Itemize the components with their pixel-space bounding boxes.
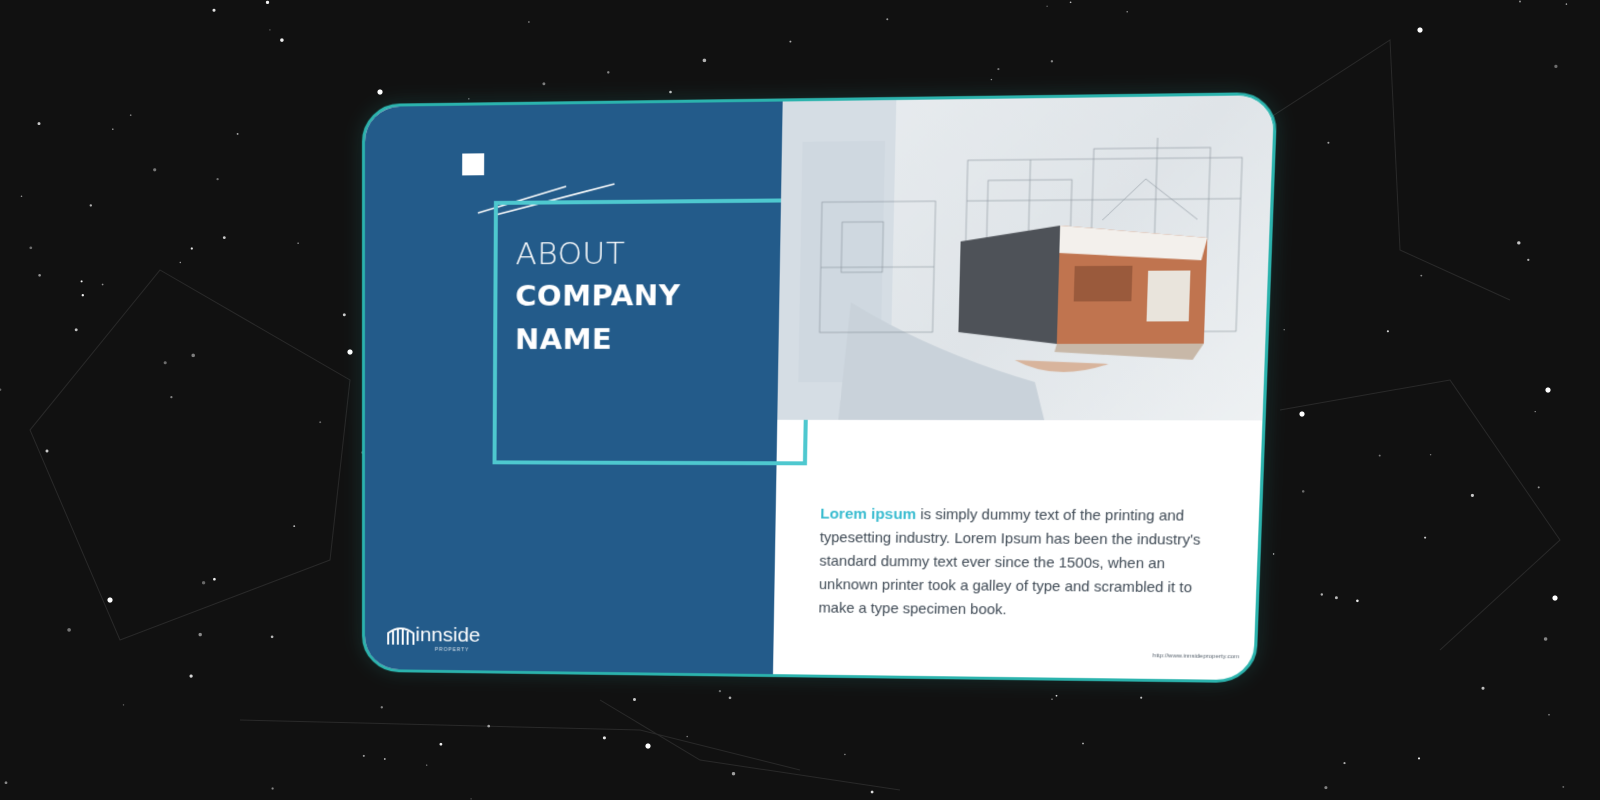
- left-blue-panel: ABOUT COMPANY NAME innside PROPERTY: [364, 101, 812, 675]
- website-url: http://www.innsideproperty.com: [1152, 653, 1240, 661]
- logo-wordmark: innside: [415, 623, 481, 647]
- slide-card-wrapper: ABOUT COMPANY NAME innside PROPERTY Lore…: [0, 0, 1600, 800]
- slide-card: ABOUT COMPANY NAME innside PROPERTY Lore…: [362, 91, 1278, 684]
- logo-subtext: PROPERTY: [434, 646, 470, 654]
- title-block: ABOUT COMPANY NAME: [515, 233, 681, 360]
- title-name: NAME: [514, 322, 613, 356]
- body-highlight: Lorem ipsum: [820, 505, 917, 524]
- logo-house-icon: [386, 624, 415, 647]
- architecture-model-image: [777, 95, 1275, 421]
- body-text: is simply dummy text of the printing and…: [818, 507, 1201, 619]
- white-square-icon: [462, 153, 485, 176]
- body-paragraph: Lorem ipsum is simply dummy text of the …: [818, 503, 1232, 625]
- title-about: ABOUT: [515, 235, 626, 273]
- title-company: COMPANY: [515, 278, 681, 313]
